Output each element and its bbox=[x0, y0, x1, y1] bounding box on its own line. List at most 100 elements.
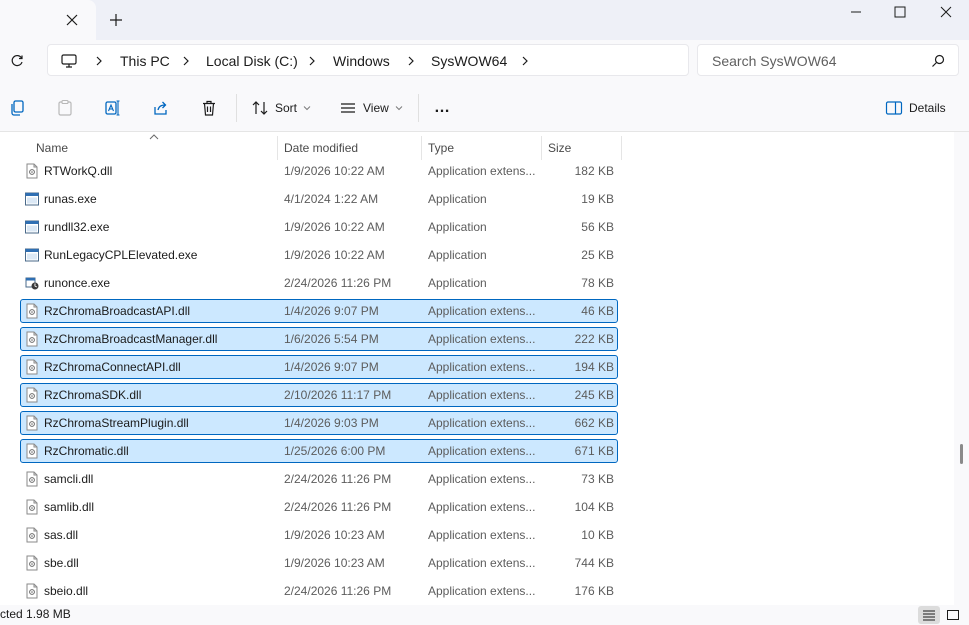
share-icon[interactable] bbox=[152, 96, 170, 120]
column-header-type[interactable]: Type bbox=[428, 136, 454, 160]
chevron-right-icon[interactable] bbox=[306, 54, 318, 68]
close-tab-icon[interactable] bbox=[62, 10, 82, 30]
search-box[interactable]: Search SysWOW64 bbox=[697, 44, 959, 76]
view-label: View bbox=[363, 101, 389, 115]
file-size: 194 KB bbox=[574, 360, 614, 374]
exe-icon bbox=[24, 191, 40, 207]
chevron-right-icon[interactable] bbox=[519, 54, 531, 68]
file-row[interactable]: sbeio.dll 2/24/2026 11:26 PM Application e… bbox=[20, 579, 618, 603]
file-size: 46 KB bbox=[581, 304, 614, 318]
search-icon bbox=[930, 53, 946, 69]
divider bbox=[236, 94, 237, 122]
view-button[interactable]: View bbox=[339, 96, 403, 120]
file-date-modified: 1/6/2026 5:54 PM bbox=[284, 332, 379, 346]
column-header-date[interactable]: Date modified bbox=[284, 136, 358, 160]
file-size: 245 KB bbox=[574, 388, 614, 402]
file-size: 56 KB bbox=[581, 220, 614, 234]
tab-syswow64[interactable] bbox=[0, 0, 96, 40]
file-date-modified: 4/1/2024 1:22 AM bbox=[284, 192, 379, 206]
file-list: Name Date modified Type Size RTWorkQ.dll… bbox=[0, 132, 954, 605]
column-divider[interactable] bbox=[621, 136, 622, 160]
sort-label: Sort bbox=[275, 101, 298, 115]
column-divider[interactable] bbox=[277, 136, 278, 160]
chevron-right-icon[interactable] bbox=[93, 54, 105, 68]
chevron-down-icon bbox=[303, 106, 311, 111]
view-icon bbox=[341, 103, 355, 113]
scrollbar-thumb[interactable] bbox=[960, 444, 963, 464]
computer-icon bbox=[60, 53, 78, 69]
file-row[interactable]: RzChromatic.dll 1/25/2026 6:00 PM Applicat… bbox=[20, 439, 618, 463]
refresh-icon[interactable] bbox=[6, 50, 28, 72]
file-type: Application extens... bbox=[428, 388, 536, 402]
file-name: RTWorkQ.dll bbox=[44, 164, 113, 178]
copy-path-icon[interactable] bbox=[8, 96, 26, 120]
column-divider[interactable] bbox=[541, 136, 542, 160]
breadcrumb-syswow64[interactable]: SysWOW64 bbox=[431, 45, 507, 77]
file-type: Application extens... bbox=[428, 556, 536, 570]
file-row[interactable]: runonce.exe 2/24/2026 11:26 PM Application… bbox=[20, 271, 618, 295]
file-date-modified: 2/24/2026 11:26 PM bbox=[284, 584, 392, 598]
file-name: sbeio.dll bbox=[44, 584, 89, 598]
file-name: samcli.dll bbox=[44, 472, 94, 486]
sort-button[interactable]: Sort bbox=[251, 96, 311, 120]
column-header-size[interactable]: Size bbox=[548, 136, 571, 160]
title-bar bbox=[0, 0, 969, 40]
dll-icon bbox=[24, 443, 40, 459]
maximize-icon[interactable] bbox=[877, 0, 923, 24]
file-row[interactable]: RzChromaConnectAPI.dll 1/4/2026 9:07 PM Ap… bbox=[20, 355, 618, 379]
file-date-modified: 2/24/2026 11:26 PM bbox=[284, 472, 392, 486]
file-row[interactable]: RzChromaBroadcastManager.dll 1/6/2026 5:5… bbox=[20, 327, 618, 351]
vertical-scrollbar[interactable] bbox=[954, 132, 969, 605]
column-divider[interactable] bbox=[421, 136, 422, 160]
more-options-button[interactable]: … bbox=[434, 96, 451, 120]
file-row[interactable]: RTWorkQ.dll 1/9/2026 10:22 AM Application … bbox=[20, 159, 618, 183]
file-name: RzChromaSDK.dll bbox=[44, 388, 142, 402]
runonce-icon bbox=[24, 275, 40, 291]
sort-icon bbox=[252, 101, 268, 115]
file-row[interactable]: rundll32.exe 1/9/2026 10:22 AM Application… bbox=[20, 215, 618, 239]
large-icons-view-icon[interactable] bbox=[942, 606, 964, 624]
delete-icon[interactable] bbox=[200, 96, 218, 120]
file-row[interactable]: runas.exe 4/1/2024 1:22 AM Application 19 K… bbox=[20, 187, 618, 211]
file-date-modified: 1/9/2026 10:23 AM bbox=[284, 556, 385, 570]
minimize-icon[interactable] bbox=[833, 0, 879, 24]
file-row[interactable]: RunLegacyCPLElevated.exe 1/9/2026 10:22 A… bbox=[20, 243, 618, 267]
breadcrumb-local-disk[interactable]: Local Disk (C:) bbox=[206, 45, 298, 77]
file-row[interactable]: sbe.dll 1/9/2026 10:23 AM Application exte… bbox=[20, 551, 618, 575]
dll-icon bbox=[24, 471, 40, 487]
file-row[interactable]: RzChromaStreamPlugin.dll 1/4/2026 9:03 PM… bbox=[20, 411, 618, 435]
status-bar: cted 1.98 MB bbox=[0, 605, 969, 625]
file-date-modified: 1/9/2026 10:22 AM bbox=[284, 220, 385, 234]
command-bar: Sort View … Details bbox=[0, 84, 969, 132]
file-type: Application extens... bbox=[428, 584, 536, 598]
chevron-right-icon[interactable] bbox=[180, 54, 192, 68]
file-row[interactable]: samcli.dll 2/24/2026 11:26 PM Application … bbox=[20, 467, 618, 491]
file-date-modified: 1/9/2026 10:22 AM bbox=[284, 248, 385, 262]
file-date-modified: 1/9/2026 10:23 AM bbox=[284, 528, 385, 542]
address-bar[interactable]: This PC Local Disk (C:) Windows SysWOW64 bbox=[47, 44, 689, 76]
details-view-icon[interactable] bbox=[918, 606, 940, 624]
new-tab-button[interactable] bbox=[106, 10, 126, 30]
search-placeholder[interactable]: Search SysWOW64 bbox=[712, 45, 836, 77]
file-type: Application extens... bbox=[428, 360, 536, 374]
file-row[interactable]: sas.dll 1/9/2026 10:23 AM Application exte… bbox=[20, 523, 618, 547]
file-type: Application extens... bbox=[428, 332, 536, 346]
details-pane-button[interactable]: Details bbox=[885, 96, 946, 120]
close-icon[interactable] bbox=[923, 0, 969, 24]
dll-icon bbox=[24, 387, 40, 403]
breadcrumb-windows[interactable]: Windows bbox=[333, 45, 390, 77]
paste-icon[interactable] bbox=[56, 96, 74, 120]
file-type: Application extens... bbox=[428, 472, 536, 486]
file-row[interactable]: RzChromaSDK.dll 2/10/2026 11:17 PM Applica… bbox=[20, 383, 618, 407]
file-size: 222 KB bbox=[574, 332, 614, 346]
file-row[interactable]: RzChromaBroadcastAPI.dll 1/4/2026 9:07 PM… bbox=[20, 299, 618, 323]
file-row[interactable]: samlib.dll 2/24/2026 11:26 PM Application … bbox=[20, 495, 618, 519]
chevron-right-icon[interactable] bbox=[405, 54, 417, 68]
dll-icon bbox=[24, 527, 40, 543]
rename-icon[interactable] bbox=[104, 96, 122, 120]
column-header-name[interactable]: Name bbox=[36, 136, 68, 160]
dll-icon bbox=[24, 583, 40, 599]
file-date-modified: 2/10/2026 11:17 PM bbox=[284, 388, 392, 402]
file-type: Application bbox=[428, 276, 487, 290]
breadcrumb-this-pc[interactable]: This PC bbox=[120, 45, 170, 77]
